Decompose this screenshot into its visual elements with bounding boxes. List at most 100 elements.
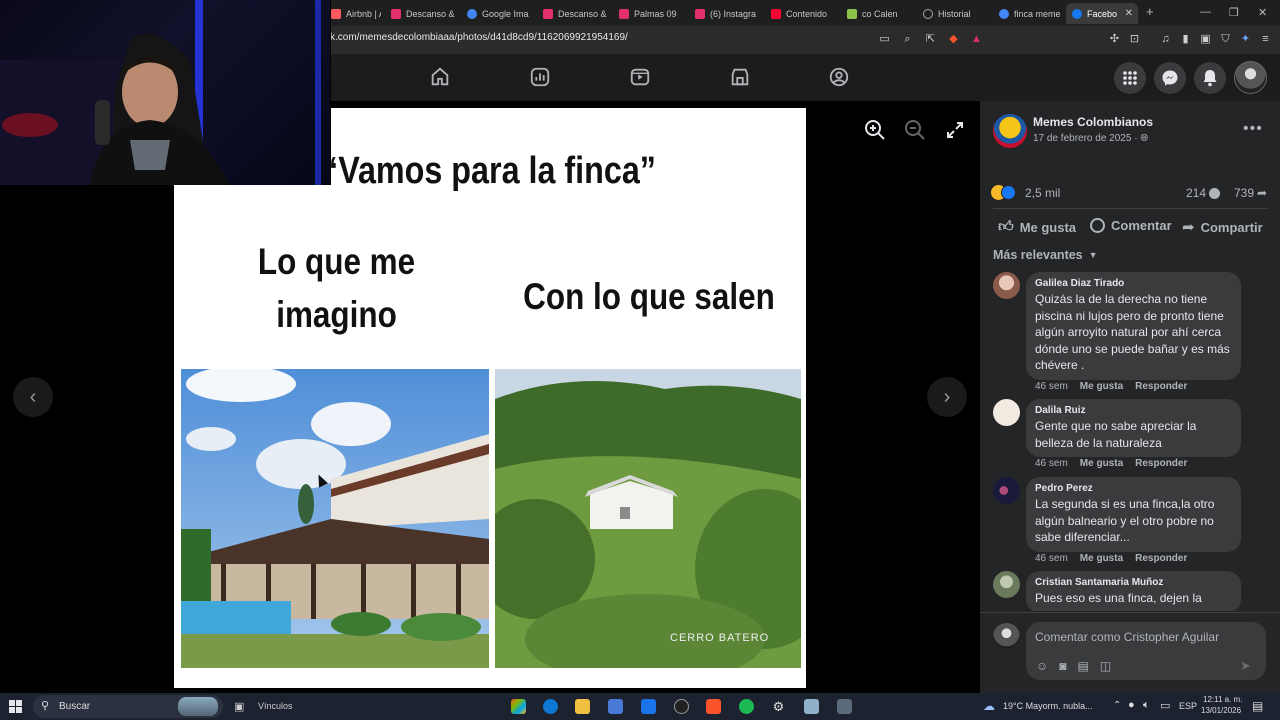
screenshot-icon[interactable]: ⊡ [1128, 33, 1141, 46]
comment-like-button[interactable]: Me gusta [1080, 458, 1123, 469]
video-icon[interactable] [629, 66, 651, 88]
reels-chart-icon[interactable] [529, 66, 551, 88]
commenter-avatar[interactable] [993, 477, 1020, 504]
reaction-icons[interactable] [991, 185, 1023, 201]
commenter-name[interactable]: Pedro Perez [1035, 483, 1232, 494]
tab-airbnb[interactable]: Airbnb | Ale [325, 3, 381, 24]
task-view-icon[interactable]: ▣ [234, 700, 244, 713]
page-avatar[interactable] [993, 114, 1027, 148]
notification-center-icon[interactable]: ▤ [1252, 699, 1263, 713]
volume-icon[interactable]: 🔈︎ [1143, 699, 1150, 712]
copilot-icon[interactable] [511, 699, 526, 714]
store-icon[interactable] [608, 699, 623, 714]
minimize-button[interactable]: — [1200, 6, 1211, 18]
links-toolbar[interactable]: Vínculos [258, 701, 293, 711]
menu-icon[interactable]: ≡ [1259, 33, 1272, 46]
emoji-icon[interactable]: ☺ [1036, 659, 1048, 673]
brave-rewards-icon[interactable]: ▲ [970, 33, 983, 46]
zoom-out-icon[interactable] [903, 118, 927, 142]
previous-photo-button[interactable]: ‹ [13, 377, 53, 417]
comments-count[interactable]: 214 [1186, 186, 1221, 200]
tab-instagram[interactable]: (6) Instagra [689, 3, 759, 24]
file-explorer-icon[interactable] [575, 699, 590, 714]
language-indicator[interactable]: ESP [1179, 701, 1197, 711]
commenter-avatar[interactable] [993, 272, 1020, 299]
spotify-icon[interactable] [739, 699, 754, 714]
cast-icon[interactable]: ▭ [878, 33, 891, 46]
menu-grid-button[interactable] [1114, 62, 1146, 94]
commenter-avatar[interactable] [993, 399, 1020, 426]
edge-icon[interactable] [543, 699, 558, 714]
wallet-icon[interactable]: ▣ [1199, 33, 1212, 46]
reactions-count[interactable]: 2,5 mil [1025, 186, 1060, 200]
comment-button[interactable]: Comentar [1090, 218, 1172, 233]
tab-descanso-1[interactable]: Descanso & [385, 3, 455, 24]
ai-assistant-icon[interactable]: ✦ [1239, 33, 1252, 46]
page-name[interactable]: Memes Colombianos [1033, 115, 1153, 129]
shares-count[interactable]: 739 ➦ [1234, 186, 1267, 200]
more-options-icon[interactable]: ••• [1243, 120, 1263, 138]
network-icon[interactable]: ▭ [1160, 699, 1170, 712]
share-page-icon[interactable]: ⇱ [924, 33, 937, 46]
brave-shield-icon[interactable]: ◆ [947, 33, 960, 46]
zoom-in-icon[interactable] [863, 118, 887, 142]
sort-comments-dropdown[interactable]: Más relevantes ▼ [993, 248, 1098, 262]
windows-start-icon[interactable] [9, 700, 22, 713]
home-icon[interactable] [429, 66, 451, 88]
camera-icon[interactable]: ◙ [1059, 659, 1066, 673]
like-button[interactable]: 👍︎ Me gusta [998, 218, 1076, 236]
new-tab-button[interactable]: + [1146, 4, 1154, 19]
tab-finca-meme[interactable]: finca meme [993, 3, 1063, 24]
tab-palmas[interactable]: Palmas 09 [613, 3, 683, 24]
send-icon[interactable]: ➤ [1240, 658, 1251, 674]
brave-browser-icon[interactable] [706, 699, 721, 714]
url-field[interactable]: k.com/memesdecolombiaaa/photos/d41d8cd9/… [330, 32, 628, 43]
commenter-avatar[interactable] [993, 571, 1020, 598]
next-photo-button[interactable]: › [927, 377, 967, 417]
comment-reply-button[interactable]: Responder [1135, 458, 1187, 469]
comment-input[interactable]: Comentar como Cristopher Aguilar ☺ ◙ ▤ ◫… [1026, 622, 1266, 680]
post-date[interactable]: 17 de febrero de 2025 · 🌐︎ [1033, 133, 1148, 144]
gif-icon[interactable]: ▤ [1078, 659, 1089, 673]
tab-youtube-contenido[interactable]: Contenido [765, 3, 835, 24]
settings-gear-icon[interactable]: ⚙ [771, 699, 786, 714]
tab-descanso-2[interactable]: Descanso & [537, 3, 607, 24]
tab-historial[interactable]: Historial [917, 3, 993, 24]
sidebar-icon[interactable]: ▮ [1179, 33, 1192, 46]
comment-like-button[interactable]: Me gusta [1080, 553, 1123, 564]
media-icon[interactable]: ♫ [1159, 33, 1172, 46]
obs-icon[interactable] [674, 699, 689, 714]
tab-calendar[interactable]: co Calen [841, 3, 911, 24]
restore-button[interactable]: ❐ [1229, 6, 1239, 19]
sticker-icon[interactable]: ◫ [1100, 659, 1111, 673]
mail-icon[interactable] [641, 699, 656, 714]
comment-reply-button[interactable]: Responder [1135, 553, 1187, 564]
vpn-shield-icon[interactable]: ⛉ [1219, 33, 1232, 46]
profile-avatar[interactable] [1234, 61, 1267, 94]
tab-facebook-active[interactable]: Facebo ✕ [1066, 3, 1138, 24]
calculator-icon[interactable] [837, 699, 852, 714]
taskbar-search[interactable]: ⚲ Buscar [33, 695, 223, 718]
weather-text[interactable]: 19°C Mayorm. nubla... [1003, 701, 1093, 711]
tray-app-icon[interactable]: ● [1128, 699, 1135, 711]
clock-time[interactable]: 12:11 a. m. [1203, 695, 1242, 704]
close-tab-icon[interactable]: ✕ [1125, 8, 1133, 19]
commenter-name[interactable]: Dalila Ruiz [1035, 405, 1232, 416]
comment-time[interactable]: 46 sem [1035, 458, 1068, 469]
clock-date[interactable]: 13/01/2026 [1201, 706, 1241, 715]
app-icon[interactable] [804, 699, 819, 714]
messenger-button[interactable] [1154, 62, 1186, 94]
comment-reply-button[interactable]: Responder [1135, 381, 1187, 392]
comment-time[interactable]: 46 sem [1035, 381, 1068, 392]
fullscreen-icon[interactable] [945, 120, 965, 140]
marketplace-icon[interactable] [729, 66, 751, 88]
zoom-icon[interactable]: ⌕ [901, 33, 914, 46]
notifications-button[interactable] [1194, 62, 1226, 94]
extensions-puzzle-icon[interactable]: ✣ [1108, 33, 1121, 46]
commenter-name[interactable]: Cristian Santamaria Muñoz [1035, 577, 1232, 588]
close-window-button[interactable]: ✕ [1258, 6, 1267, 19]
comment-time[interactable]: 46 sem [1035, 553, 1068, 564]
groups-icon[interactable] [828, 66, 850, 88]
share-button[interactable]: ➦ Compartir [1182, 218, 1263, 236]
commenter-name[interactable]: Galilea Diaz Tirado [1035, 278, 1232, 289]
